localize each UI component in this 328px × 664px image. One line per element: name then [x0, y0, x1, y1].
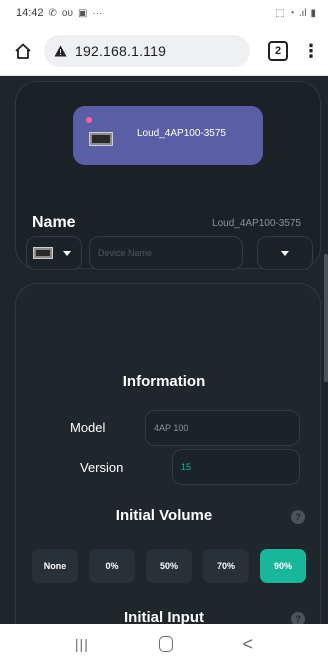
battery-icon: ▮: [310, 7, 316, 19]
device-icon: [33, 247, 53, 259]
volume-70-button[interactable]: 70%: [203, 549, 249, 583]
status-dot: [86, 117, 92, 123]
chevron-down-icon: [63, 250, 71, 256]
volume-options: None 0% 50% 70% 90%: [32, 549, 306, 583]
home-nav-icon[interactable]: [158, 636, 173, 652]
status-right: ⬚ ◔ .ıl ▮: [275, 8, 316, 19]
volume-50-button[interactable]: 50%: [146, 549, 192, 583]
signal-icon: .ıl: [298, 7, 307, 19]
information-heading: Information: [122, 373, 206, 390]
name-options-dropdown[interactable]: [257, 236, 313, 270]
name-heading: Name: [32, 214, 76, 231]
status-time: 14:42: [16, 7, 44, 19]
scrollbar[interactable]: [324, 254, 328, 382]
system-nav-bar: ||| <: [0, 624, 328, 664]
image-icon: ▣: [77, 7, 88, 19]
recent-apps-icon[interactable]: |||: [75, 636, 89, 652]
home-icon: [15, 43, 31, 59]
model-label: Model: [70, 420, 106, 435]
whatsapp-icon: ✆: [48, 7, 57, 19]
more-icon: ···: [92, 7, 103, 19]
device-card-label: Loud_4AP100-3575: [137, 128, 226, 139]
browser-toolbar: 192.168.1.119 2 ⋮: [0, 26, 328, 76]
back-icon[interactable]: <: [243, 634, 254, 655]
url-bar[interactable]: 192.168.1.119: [44, 34, 250, 67]
device-icon: [89, 131, 113, 146]
device-card[interactable]: Loud_4AP100-3575: [73, 106, 263, 165]
version-field: 15: [172, 449, 300, 485]
device-icon-select[interactable]: [26, 236, 82, 270]
volume-0-button[interactable]: 0%: [89, 549, 135, 583]
home-button[interactable]: [10, 38, 36, 64]
help-icon[interactable]: ?: [291, 510, 305, 524]
device-name-input[interactable]: [89, 236, 243, 270]
version-value: 15: [181, 462, 192, 472]
chevron-down-icon: [281, 250, 289, 256]
status-bar: 14:42 ✆ ᴏᴜ ▣ ··· ⬚ ◔ .ıl ▮: [0, 0, 328, 26]
overflow-menu-icon[interactable]: ⋮: [302, 42, 320, 60]
name-current-value: Loud_4AP100-3575: [212, 218, 301, 229]
page-content: Loud_4AP100-3575: [0, 76, 328, 624]
warning-icon: [54, 45, 67, 56]
volume-90-button[interactable]: 90%: [260, 549, 306, 583]
model-field: 4AP 100: [145, 410, 300, 446]
status-left: 14:42 ✆ ᴏᴜ ▣ ···: [16, 7, 102, 19]
initial-volume-heading: Initial Volume: [115, 507, 213, 524]
tab-switcher-button[interactable]: 2: [268, 40, 288, 61]
wifi-icon: ◔: [288, 7, 295, 19]
volume-none-button[interactable]: None: [32, 549, 78, 583]
model-value: 4AP 100: [154, 423, 189, 433]
url-text: 192.168.1.119: [75, 42, 167, 59]
vibrate-icon: ⬚: [275, 7, 285, 19]
version-label: Version: [80, 460, 124, 475]
notification-icon: ᴏᴜ: [61, 7, 73, 19]
